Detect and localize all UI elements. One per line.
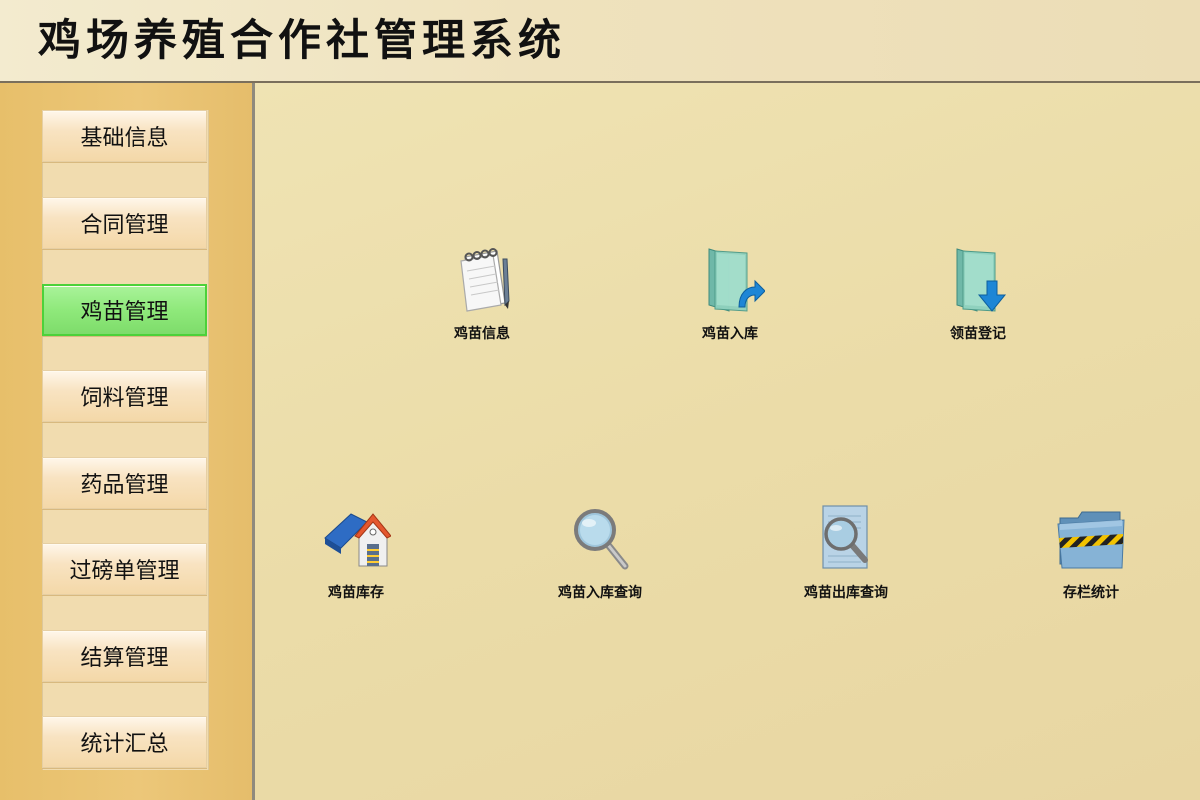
magnifier-icon <box>565 504 635 574</box>
sidebar-item-settlement[interactable]: 结算管理 <box>42 630 207 682</box>
notepad-icon <box>447 245 517 315</box>
tile-chick-inbound[interactable]: 鸡苗入库 <box>660 245 800 355</box>
tile-label: 鸡苗信息 <box>454 326 510 342</box>
tile-label: 鸡苗入库 <box>702 326 758 342</box>
folder-striped-icon <box>1056 504 1126 574</box>
tile-label: 存栏统计 <box>1063 585 1119 601</box>
sidebar-item-feed[interactable]: 饲料管理 <box>42 370 207 422</box>
sidebar-item-contract[interactable]: 合同管理 <box>42 197 207 249</box>
sidebar-item-chick[interactable]: 鸡苗管理 <box>42 284 207 336</box>
tile-label: 鸡苗入库查询 <box>558 585 642 601</box>
tile-chick-collection[interactable]: 领苗登记 <box>908 245 1048 355</box>
sidebar-item-medicine[interactable]: 药品管理 <box>42 457 207 509</box>
warehouse-icon <box>321 504 392 574</box>
tile-label: 鸡苗库存 <box>328 585 384 601</box>
tile-chick-inventory[interactable]: 鸡苗库存 <box>286 504 426 614</box>
tile-chick-info[interactable]: 鸡苗信息 <box>412 245 552 355</box>
tile-label: 鸡苗出库查询 <box>804 585 888 601</box>
tile-chick-outbound-query[interactable]: 鸡苗出库查询 <box>776 504 916 614</box>
sidebar-item-basic-info[interactable]: 基础信息 <box>42 110 207 162</box>
folder-arrow-in-icon <box>695 245 766 315</box>
sidebar-item-statistics[interactable]: 统计汇总 <box>42 716 207 768</box>
folder-arrow-down-icon <box>943 245 1013 315</box>
app-header: 鸡场养殖合作社管理系统 <box>0 0 1200 83</box>
tile-label: 领苗登记 <box>950 326 1006 342</box>
sidebar: 基础信息 合同管理 鸡苗管理 饲料管理 药品管理 过磅单管理 结算管理 统计汇总 <box>0 83 255 800</box>
tile-stock-statistics[interactable]: 存栏统计 <box>1021 504 1161 614</box>
main-panel: 鸡苗信息 鸡苗入库 领苗登记 鸡苗库存 鸡苗入库查询 鸡苗出库查询 存栏统计 <box>255 83 1200 800</box>
tile-chick-inbound-query[interactable]: 鸡苗入库查询 <box>530 504 670 614</box>
sidebar-item-weigh-ticket[interactable]: 过磅单管理 <box>42 543 207 595</box>
document-search-icon <box>811 504 881 574</box>
app-title: 鸡场养殖合作社管理系统 <box>38 16 566 66</box>
